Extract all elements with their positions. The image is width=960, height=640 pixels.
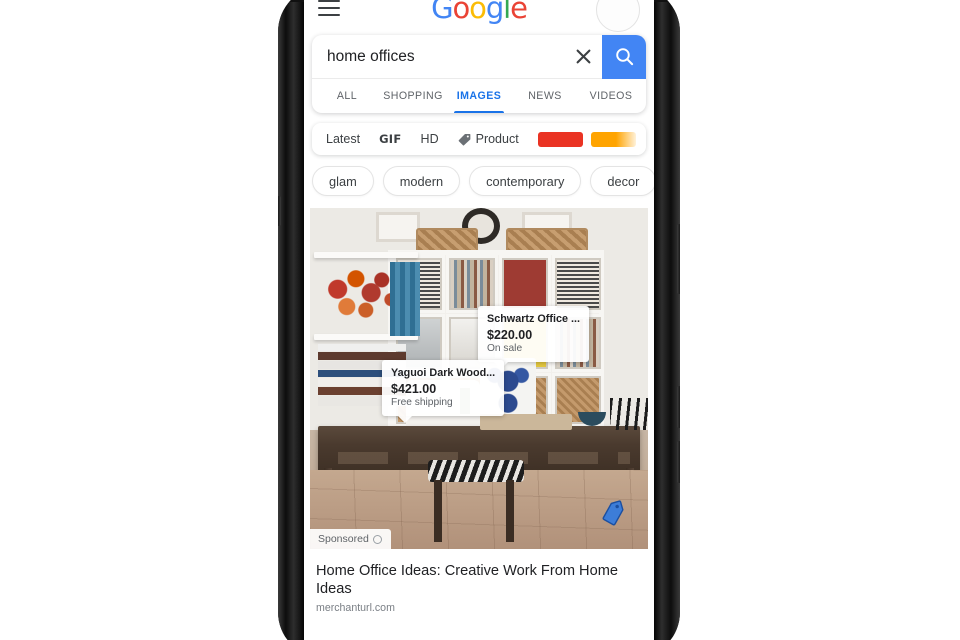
filter-latest[interactable]: Latest xyxy=(326,132,360,146)
related-chips: glam modern contemporary decor xyxy=(304,155,654,208)
info-icon[interactable] xyxy=(372,534,382,544)
chip-modern[interactable]: modern xyxy=(382,166,461,196)
sponsored-label: Sponsored xyxy=(318,533,369,545)
close-icon[interactable] xyxy=(564,35,602,79)
product-name: Schwartz Office ... xyxy=(487,313,580,325)
tab-all[interactable]: ALL xyxy=(314,79,380,113)
filter-product[interactable]: Product xyxy=(458,132,519,146)
phone-frame: Google home offices ALL SHOPPING IMAGES … xyxy=(278,0,680,640)
color-swatch-red[interactable] xyxy=(537,131,583,147)
phone-frame-right-edge xyxy=(654,0,680,640)
volume-up-button[interactable] xyxy=(677,386,680,428)
floating-shelf-upper xyxy=(314,252,418,258)
phone-screen: Google home offices ALL SHOPPING IMAGES … xyxy=(304,0,654,640)
shelf-cube xyxy=(552,255,604,313)
tab-shopping[interactable]: SHOPPING xyxy=(380,79,446,113)
filter-gif[interactable]: GIF xyxy=(379,132,401,146)
shelf-cube xyxy=(499,255,551,313)
search-row: home offices xyxy=(312,35,646,79)
volume-down-button[interactable] xyxy=(677,441,680,483)
tag-icon xyxy=(458,133,471,146)
tab-images[interactable]: IMAGES xyxy=(446,79,512,113)
product-card-schwartz[interactable]: Schwartz Office ... $220.00 On sale xyxy=(478,306,589,369)
product-price: $220.00 xyxy=(487,328,533,342)
phone-frame-left-edge xyxy=(278,0,304,640)
app-header: Google xyxy=(304,0,654,35)
product-note: Free shipping xyxy=(391,397,453,408)
filter-product-label: Product xyxy=(475,132,519,146)
color-swatch-orange[interactable] xyxy=(590,131,636,147)
hamburger-menu-icon[interactable] xyxy=(318,0,340,16)
tab-news[interactable]: NEWS xyxy=(512,79,578,113)
product-note: On sale xyxy=(487,343,523,354)
search-card: home offices ALL SHOPPING IMAGES NEWS VI… xyxy=(312,35,646,113)
stool-leg-right xyxy=(506,480,514,542)
wall-art-left xyxy=(376,212,420,242)
mute-switch[interactable] xyxy=(278,196,281,226)
search-input[interactable]: home offices xyxy=(312,48,564,66)
power-button[interactable] xyxy=(677,224,680,294)
screenshot-stage: Google home offices ALL SHOPPING IMAGES … xyxy=(0,0,960,640)
chip-glam[interactable]: glam xyxy=(312,166,374,196)
filter-bar: Latest GIF HD Product xyxy=(312,123,646,155)
chip-decor[interactable]: decor xyxy=(590,166,654,196)
product-name: Yaguoi Dark Wood... xyxy=(391,367,496,379)
product-card-yaguoi[interactable]: Yaguoi Dark Wood... $421.00 Free shippin… xyxy=(382,360,505,423)
result-image[interactable]: Schwartz Office ... $220.00 On sale Yagu… xyxy=(310,208,648,549)
search-button[interactable] xyxy=(602,35,646,79)
desk-bowl xyxy=(578,412,606,426)
tab-videos[interactable]: VIDEOS xyxy=(578,79,644,113)
flower-arrangement xyxy=(324,266,400,324)
search-result: Schwartz Office ... $220.00 On sale Yagu… xyxy=(310,208,648,614)
avatar[interactable] xyxy=(596,0,640,32)
stool-leg-left xyxy=(434,480,442,542)
desk-tray xyxy=(480,414,572,430)
desk-stool xyxy=(428,460,524,482)
chip-contemporary[interactable]: contemporary xyxy=(469,166,582,196)
result-title[interactable]: Home Office Ideas: Creative Work From Ho… xyxy=(316,562,642,598)
search-tabs: ALL SHOPPING IMAGES NEWS VIDEOS xyxy=(312,79,646,113)
google-logo: Google xyxy=(431,0,528,25)
desk-organizer xyxy=(610,398,648,430)
blue-curtain xyxy=(390,262,420,336)
result-url: merchanturl.com xyxy=(316,602,395,615)
filter-hd[interactable]: HD xyxy=(421,132,439,146)
sponsored-badge: Sponsored xyxy=(310,529,391,549)
product-price: $421.00 xyxy=(391,382,437,396)
shelf-cube xyxy=(446,255,498,313)
